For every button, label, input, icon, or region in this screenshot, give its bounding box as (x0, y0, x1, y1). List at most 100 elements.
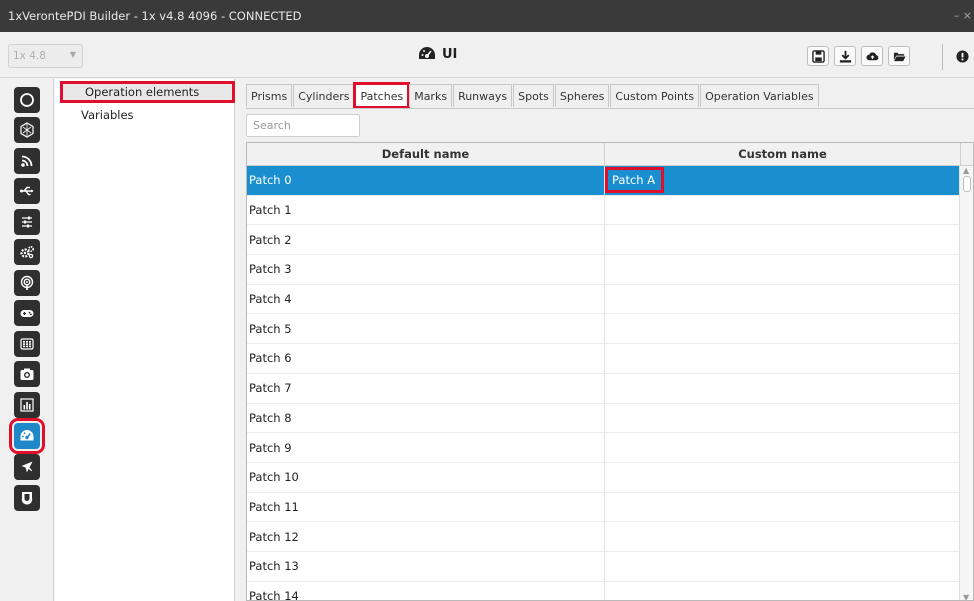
default-name-cell[interactable]: Patch 12 (247, 522, 605, 551)
custom-name-cell[interactable] (605, 582, 961, 600)
table-row[interactable]: Patch 13 (247, 551, 961, 582)
default-name-cell[interactable]: Patch 3 (247, 255, 605, 284)
table-row[interactable]: Patch 3 (247, 255, 961, 285)
table-row[interactable]: Patch 12 (247, 522, 961, 552)
column-header-default-name[interactable]: Default name (247, 143, 605, 165)
folder-open-button[interactable] (888, 46, 910, 66)
power-icon (20, 93, 34, 107)
rail-hexagon-button[interactable] (14, 117, 40, 143)
default-name-cell[interactable]: Patch 4 (247, 284, 605, 314)
main-panel: Prisms Cylinders Patches Marks Runways S… (236, 79, 974, 601)
default-name-cell[interactable]: Patch 13 (247, 551, 605, 581)
save-button[interactable] (807, 46, 829, 66)
default-name-cell[interactable]: Patch 14 (247, 581, 605, 600)
scrollbar-thumb[interactable] (963, 176, 971, 192)
rail-shield-button[interactable] (14, 485, 40, 511)
save-icon (811, 49, 825, 63)
default-name-cell[interactable]: Patch 10 (247, 462, 605, 492)
custom-name-cell[interactable] (605, 196, 961, 225)
window-controls[interactable]: – × (954, 9, 972, 22)
default-name-cell[interactable]: Patch 9 (247, 433, 605, 462)
camera-icon (20, 368, 34, 380)
page-title: UI (418, 46, 457, 62)
patches-table: Default name Custom name Patch 0 Patch A… (246, 142, 974, 601)
custom-name-cell[interactable] (605, 225, 961, 254)
custom-name-cell[interactable] (605, 404, 961, 433)
table-row[interactable]: Patch 9 (247, 433, 961, 463)
broadcast-icon (20, 275, 34, 290)
default-name-cell[interactable]: Patch 11 (247, 492, 605, 522)
default-name-cell[interactable]: Patch 5 (247, 314, 605, 344)
tree-item-operation-elements[interactable]: Operation elements (60, 81, 235, 103)
page-title-text: UI (442, 46, 458, 62)
tab-operation-variables[interactable]: Operation Variables (700, 84, 819, 107)
scroll-up-icon[interactable]: ▲ (963, 166, 969, 175)
tab-patches[interactable]: Patches (353, 82, 411, 109)
table-row[interactable]: Patch 2 (247, 225, 961, 256)
custom-name-cell[interactable] (605, 285, 961, 314)
custom-name-cell[interactable] (605, 433, 961, 462)
default-name-cell[interactable]: Patch 2 (247, 225, 605, 255)
rail-dashboard-button[interactable] (9, 418, 45, 454)
tab-spheres[interactable]: Spheres (554, 84, 610, 107)
rail-feed-button[interactable] (14, 148, 40, 174)
rail-chart-button[interactable] (14, 392, 40, 418)
tab-spots[interactable]: Spots (513, 84, 554, 107)
default-name-cell[interactable]: Patch 0 (247, 166, 605, 195)
custom-name-cell[interactable] (605, 314, 961, 343)
info-button[interactable] (951, 46, 973, 66)
rail-broadcast-button[interactable] (14, 270, 40, 296)
table-row[interactable]: Patch 10 (247, 462, 961, 493)
scroll-down-icon[interactable]: ▼ (963, 593, 969, 600)
rail-usb-button[interactable] (14, 178, 40, 204)
rail-gears-button[interactable] (14, 239, 40, 265)
window-titlebar: 1xVerontePDI Builder - 1x v4.8 4096 - CO… (0, 0, 974, 32)
default-name-cell[interactable]: Patch 6 (247, 344, 605, 373)
custom-name-cell[interactable] (605, 522, 961, 551)
version-select[interactable]: 1x 4.8 ▼ (8, 44, 83, 68)
default-name-cell[interactable]: Patch 8 (247, 403, 605, 433)
search-input[interactable]: Search (246, 114, 360, 137)
table-header: Default name Custom name (247, 143, 973, 166)
tab-custom-points[interactable]: Custom Points (610, 84, 700, 107)
rail-airplane-button[interactable] (14, 454, 40, 480)
default-name-cell[interactable]: Patch 1 (247, 195, 605, 225)
rail-power-button[interactable] (14, 87, 40, 113)
table-row[interactable]: Patch 0 Patch A (247, 166, 961, 196)
rail-sliders-button[interactable] (14, 209, 40, 235)
cloud-upload-button[interactable] (861, 46, 883, 66)
table-row[interactable]: Patch 14 (247, 581, 961, 600)
tab-runways[interactable]: Runways (453, 84, 513, 107)
rail-camera-button[interactable] (14, 361, 40, 387)
table-row[interactable]: Patch 4 (247, 284, 961, 315)
vertical-scrollbar[interactable]: ▲ ▼ (959, 166, 973, 600)
custom-name-cell[interactable] (605, 344, 961, 373)
toolbar-separator (942, 44, 943, 70)
custom-name-cell[interactable] (605, 552, 961, 581)
rss-feed-icon (21, 155, 33, 167)
default-name-cell[interactable]: Patch 7 (247, 373, 605, 403)
tab-cylinders[interactable]: Cylinders (293, 84, 355, 107)
table-row[interactable]: Patch 1 (247, 195, 961, 226)
table-row[interactable]: Patch 7 (247, 373, 961, 404)
table-row[interactable]: Patch 11 (247, 492, 961, 523)
table-row[interactable]: Patch 8 (247, 403, 961, 434)
tree-item-variables[interactable]: Variables (81, 108, 134, 122)
download-button[interactable] (834, 46, 856, 66)
rail-gamepad-button[interactable] (14, 300, 40, 326)
custom-name-cell[interactable] (605, 374, 961, 403)
custom-name-value[interactable]: Patch A (605, 167, 665, 194)
tab-divider (246, 108, 974, 109)
tab-prisms[interactable]: Prisms (246, 84, 293, 107)
custom-name-cell[interactable] (605, 255, 961, 284)
table-row[interactable]: Patch 5 (247, 314, 961, 345)
rail-keypad-button[interactable] (14, 331, 40, 357)
custom-name-cell[interactable] (605, 463, 961, 492)
custom-name-cell[interactable]: Patch A (605, 166, 961, 195)
column-header-custom-name[interactable]: Custom name (605, 143, 961, 165)
dashboard-icon (20, 430, 34, 441)
tab-marks[interactable]: Marks (409, 84, 453, 107)
table-body: Patch 0 Patch A Patch 1 Patch 2 Patch 3 … (247, 166, 961, 600)
table-row[interactable]: Patch 6 (247, 344, 961, 374)
custom-name-cell[interactable] (605, 493, 961, 522)
